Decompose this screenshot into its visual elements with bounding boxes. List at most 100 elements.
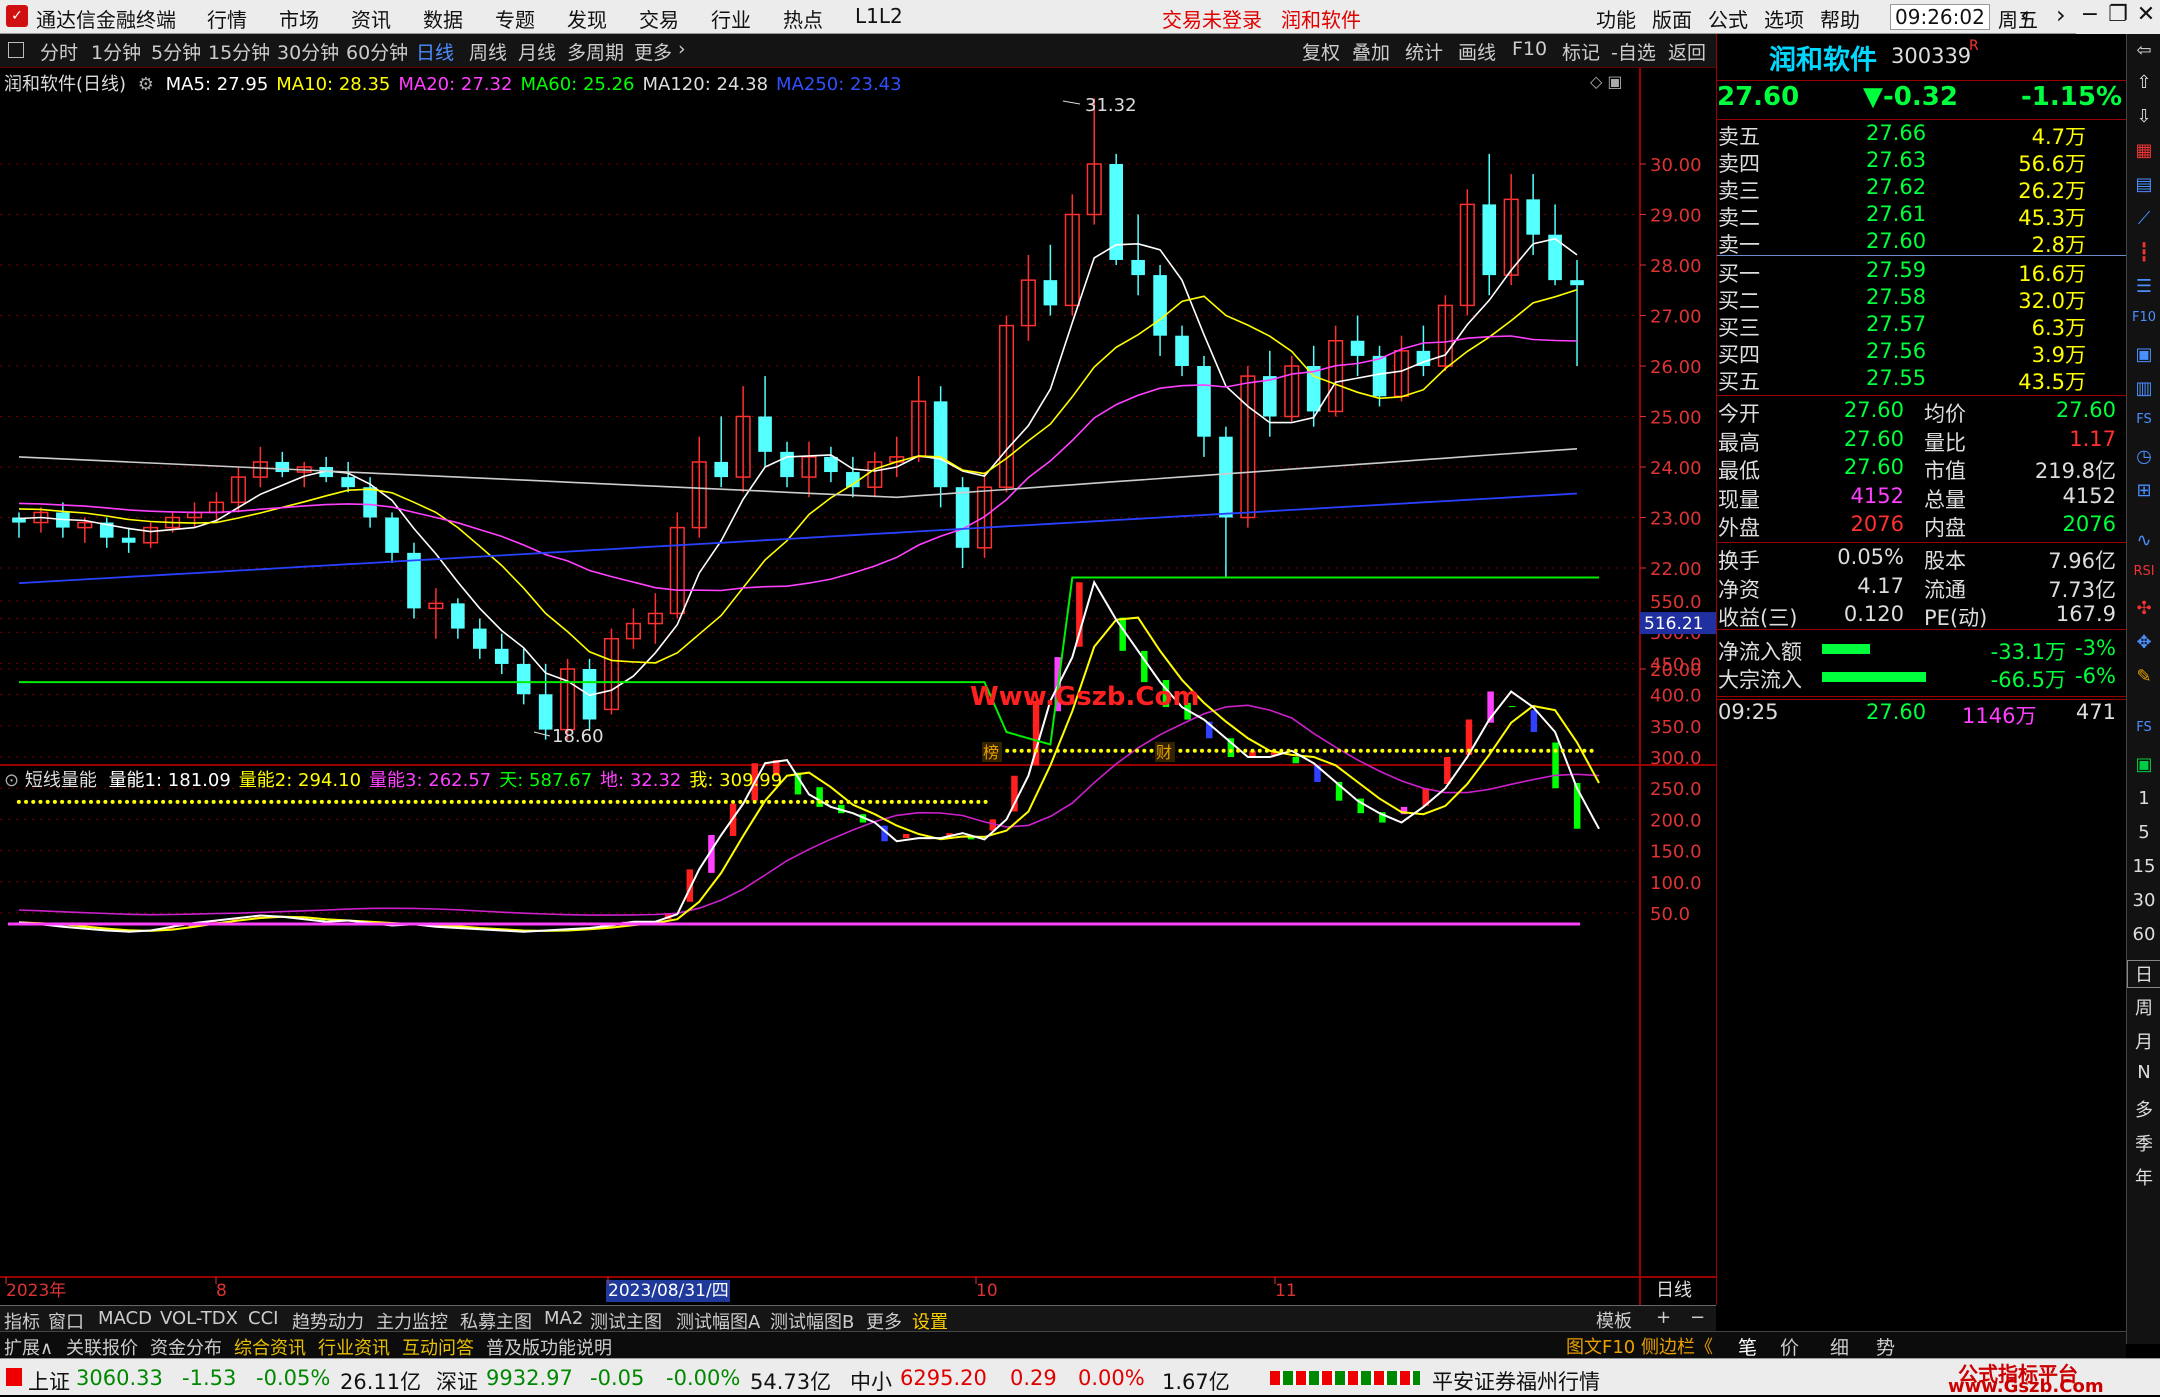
menu-item[interactable]: 功能 [1596,4,1636,33]
menu-item[interactable]: 数据 [423,4,463,33]
sh-label[interactable]: 上证 [28,1366,70,1396]
trade-status-link[interactable]: 交易未登录 [1162,4,1262,33]
picture-icon[interactable]: ▣ [2127,754,2160,775]
forward-arrow-icon[interactable]: › [2056,1,2066,29]
remove-button[interactable]: − [1690,1307,1705,1328]
subtab[interactable]: 笔 [1738,1333,1757,1360]
back-arrow-icon[interactable]: ‹ [2020,1,2030,29]
subtab[interactable]: 细 [1830,1333,1849,1360]
news-icon[interactable]: ▣ [2127,344,2160,365]
period-60[interactable]: 60 [2127,924,2160,945]
pen-icon[interactable]: ✎ [2127,666,2160,687]
add-button[interactable]: + [1656,1307,1671,1328]
period-tab[interactable]: 60分钟 [346,38,408,65]
tool-button[interactable]: 返回 [1668,38,1706,65]
tab-item[interactable]: 关联报价 [66,1334,138,1360]
menu-item[interactable]: 市场 [279,4,319,33]
tab-item[interactable]: VOL-TDX [160,1308,238,1329]
stock-name-link[interactable]: 润和软件 [1281,4,1361,33]
line-chart-icon[interactable]: ⟋ [2127,208,2160,229]
gear-icon[interactable]: ⚙ [138,74,154,95]
tool-button[interactable]: -自选 [1611,38,1656,65]
tab-item[interactable]: 互动问答 [402,1334,474,1360]
zoom-icon[interactable]: ✣ [2127,598,2160,619]
down-arrow-icon[interactable]: ⇩ [2127,106,2160,127]
period-tab[interactable]: 月线 [518,38,556,65]
table-icon[interactable]: ▤ [2127,174,2160,195]
tab-item[interactable]: 行业资讯 [318,1334,390,1360]
collapse-icon[interactable]: ⊙ [4,770,19,791]
menu-item[interactable]: 行业 [711,4,751,33]
menu-item[interactable]: 资讯 [351,4,391,33]
period-30[interactable]: 30 [2127,890,2160,911]
menu-item[interactable]: 版面 [1652,4,1692,33]
period-week[interactable]: 周 [2127,994,2160,1020]
tab-item[interactable]: MACD [98,1308,152,1329]
tool-button[interactable]: 复权 [1302,38,1340,65]
f10-link[interactable]: 图文F10 [1566,1337,1635,1358]
fs-icon[interactable]: FS [2127,412,2160,427]
period-tab[interactable]: 30分钟 [277,38,339,65]
menu-item[interactable]: 发现 [567,4,607,33]
subtab[interactable]: 价 [1780,1333,1799,1360]
window-controls[interactable]: ◇ ▣ [1590,72,1623,91]
tool-button[interactable]: 画线 [1458,38,1496,65]
list-icon[interactable]: ☰ [2127,276,2160,297]
period-tab-active[interactable]: 日线 [416,38,454,65]
tool-button[interactable]: 统计 [1405,38,1443,65]
zx-label[interactable]: 中小 [850,1366,892,1396]
period-5[interactable]: 5 [2127,822,2160,843]
window-restore-icon[interactable]: ❐ [2104,2,2132,27]
menu-item[interactable]: 交易 [639,4,679,33]
move-icon[interactable]: ✥ [2127,632,2160,653]
tab-item[interactable]: 综合资讯 [234,1334,306,1360]
menu-item[interactable]: 公式 [1708,4,1748,33]
period-1[interactable]: 1 [2127,788,2160,809]
sidebar-left-icon[interactable]: ⇦ [2127,40,2160,61]
period-tab[interactable]: 周线 [469,38,507,65]
period-tab[interactable]: 5分钟 [151,38,201,65]
period-month[interactable]: 月 [2127,1028,2160,1054]
menu-item[interactable]: 行情 [207,4,247,33]
period-quarter[interactable]: 季 [2127,1130,2160,1156]
tab-item[interactable]: MA2 [544,1308,583,1329]
sidebar-link[interactable]: 侧边栏《 [1641,1337,1713,1358]
grid-icon[interactable]: ▦ [2127,140,2160,161]
window-minimize-icon[interactable]: − [2076,2,2104,27]
period-tab-more[interactable]: 更多 [634,38,672,65]
window-close-icon[interactable]: ✕ [2132,2,2160,27]
period-tab[interactable]: 分时 [40,38,78,65]
period-day[interactable]: 日 [2127,960,2160,988]
kline-icon[interactable]: ┇ [2127,242,2160,263]
tab-item[interactable]: 普及版功能说明 [486,1334,612,1360]
menu-item[interactable]: 帮助 [1820,4,1860,33]
menu-item[interactable]: 选项 [1764,4,1804,33]
rsi-icon[interactable]: RSI [2127,564,2160,579]
period-n[interactable]: N [2127,1062,2160,1083]
panel-toggle-icon[interactable] [8,42,24,58]
menu-item[interactable]: L1L2 [855,4,903,28]
period-tab[interactable]: 15分钟 [208,38,270,65]
period-year[interactable]: 年 [2127,1164,2160,1190]
tool-button[interactable]: 叠加 [1352,38,1390,65]
tool-button[interactable]: 标记 [1562,38,1600,65]
up-arrow-icon[interactable]: ⇧ [2127,72,2160,93]
tab-item[interactable]: 资金分布 [150,1334,222,1360]
menu-item[interactable]: 专题 [495,4,535,33]
tab-item[interactable]: CCI [248,1308,278,1329]
period-tab[interactable]: 多周期 [567,38,624,65]
sz-label[interactable]: 深证 [436,1366,478,1396]
kline-chart[interactable]: 30.00 29.00 28.00 27.00 26.00 25.00 24.00 23.00… [0,68,1716,1305]
period-tab[interactable]: 1分钟 [91,38,141,65]
period-multi[interactable]: 多 [2127,1096,2160,1122]
subtab[interactable]: 势 [1876,1333,1895,1360]
tool-button[interactable]: F10 [1512,38,1547,60]
history-icon[interactable]: ◷ [2127,446,2160,467]
fs2-icon[interactable]: FS [2127,720,2160,735]
stats-icon[interactable]: ▥ [2127,378,2160,399]
curve-icon[interactable]: ∿ [2127,530,2160,551]
period-15[interactable]: 15 [2127,856,2160,877]
ratio-icon[interactable]: ⊞ [2127,480,2160,501]
menu-item[interactable]: 热点 [783,4,823,33]
template-button[interactable]: 模板 [1596,1307,1632,1333]
